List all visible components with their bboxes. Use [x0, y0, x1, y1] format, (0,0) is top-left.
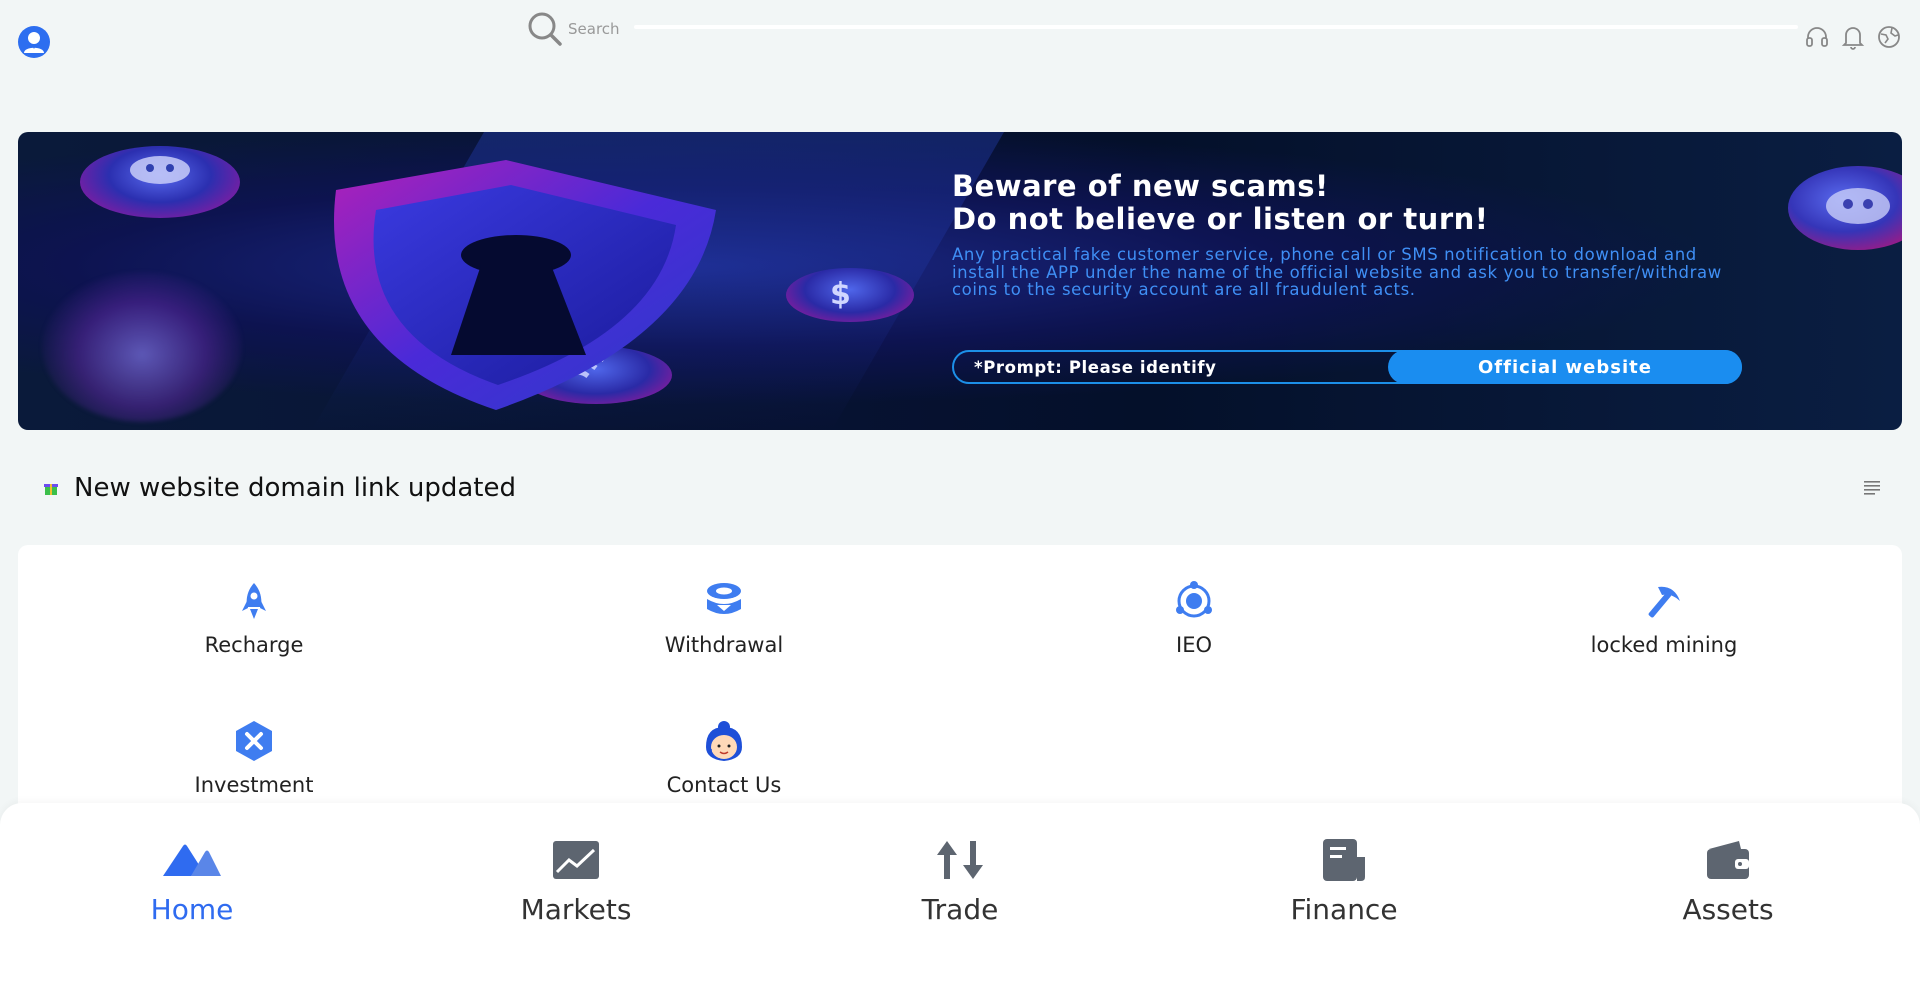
- quick-action-ieo[interactable]: IEO: [1044, 581, 1344, 657]
- tab-home[interactable]: Home: [82, 835, 302, 926]
- quick-action-label: locked mining: [1590, 633, 1738, 657]
- tab-markets[interactable]: Markets: [466, 835, 686, 926]
- search-bar[interactable]: [526, 8, 1798, 50]
- globe-icon[interactable]: [1876, 24, 1902, 50]
- official-website-button[interactable]: Official website: [1388, 350, 1742, 384]
- tab-label: Home: [150, 893, 234, 926]
- quick-action-withdrawal[interactable]: Withdrawal: [574, 581, 874, 657]
- user-avatar-icon[interactable]: [18, 26, 50, 58]
- quick-action-label: IEO: [1176, 633, 1212, 657]
- tab-label: Assets: [1682, 893, 1774, 926]
- home-mountains-icon: [160, 835, 224, 885]
- support-agent-icon: [704, 721, 744, 761]
- quick-action-label: Investment: [194, 773, 314, 797]
- quick-action-investment[interactable]: Investment: [104, 721, 404, 797]
- tab-assets[interactable]: Assets: [1618, 835, 1838, 926]
- coin-stack-icon: [704, 581, 744, 621]
- chart-icon: [544, 835, 608, 885]
- quick-action-locked-mining[interactable]: locked mining: [1514, 581, 1814, 657]
- quick-action-label: Withdrawal: [664, 633, 784, 657]
- banner-title-line1: Beware of new scams!: [952, 169, 1329, 203]
- list-icon[interactable]: [1864, 480, 1882, 496]
- orbit-icon: [1174, 581, 1214, 621]
- prompt-text: *Prompt: Please identify: [974, 357, 1217, 377]
- bottom-tab-bar: Home Markets Trade Finance Assets: [0, 803, 1920, 993]
- tab-trade[interactable]: Trade: [850, 835, 1070, 926]
- skull-coin-decoration: [80, 146, 240, 218]
- quick-action-label: Contact Us: [666, 773, 782, 797]
- search-icon[interactable]: [526, 10, 564, 48]
- banner-body-text: Any practical fake customer service, pho…: [952, 245, 1722, 299]
- quick-action-recharge[interactable]: Recharge: [104, 581, 404, 657]
- search-input[interactable]: [568, 20, 628, 38]
- scam-warning-banner[interactable]: $ Beware of new scams! Do not believe or…: [18, 132, 1902, 430]
- up-down-arrows-icon: [928, 835, 992, 885]
- bell-icon[interactable]: [1840, 24, 1866, 50]
- quick-actions-panel: Recharge Withdrawal IEO locked mining In…: [18, 545, 1902, 845]
- wallet-icon: [1696, 835, 1760, 885]
- prompt-pill: *Prompt: Please identify Official websit…: [952, 350, 1742, 384]
- tab-label: Markets: [520, 893, 632, 926]
- tab-finance[interactable]: Finance: [1234, 835, 1454, 926]
- notice-bar[interactable]: New website domain link updated: [18, 464, 1902, 512]
- tab-label: Trade: [921, 893, 999, 926]
- quick-action-contact-us[interactable]: Contact Us: [574, 721, 874, 797]
- header-icons: [1804, 24, 1902, 50]
- shield-lock-illustration: [334, 160, 716, 410]
- tab-label: Finance: [1290, 893, 1398, 926]
- headset-icon[interactable]: [1804, 24, 1830, 50]
- rocket-icon: [234, 581, 274, 621]
- search-underline: [634, 25, 1798, 29]
- pickaxe-icon: [1644, 581, 1684, 621]
- blurred-coin-decoration: [42, 272, 242, 422]
- quick-action-label: Recharge: [204, 633, 304, 657]
- hexagon-x-icon: [234, 721, 274, 761]
- notice-text: New website domain link updated: [74, 473, 516, 503]
- gift-icon: [44, 484, 58, 495]
- document-icon: [1312, 835, 1376, 885]
- banner-title-line2: Do not believe or listen or turn!: [952, 202, 1489, 236]
